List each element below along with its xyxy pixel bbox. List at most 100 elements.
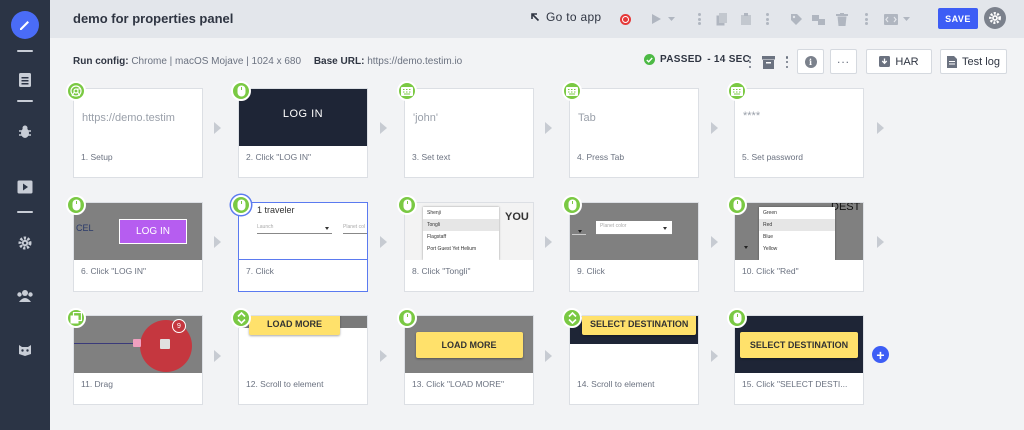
play-button[interactable] xyxy=(648,11,664,27)
step-arrow xyxy=(711,350,718,362)
record-button[interactable] xyxy=(617,11,633,27)
delete-button[interactable] xyxy=(834,11,850,27)
test-title[interactable]: demo for properties panel xyxy=(73,11,233,26)
add-step-button[interactable]: + xyxy=(872,346,889,363)
duration-text: - 14 SEC xyxy=(707,54,751,65)
step-label: 2. Click "LOG IN" xyxy=(246,152,312,162)
code-button[interactable] xyxy=(883,11,899,27)
more-menu-button[interactable] xyxy=(863,11,869,27)
step-card-scroll-to-element[interactable]: LOAD MORE 12. Scroll to element xyxy=(238,315,368,405)
step-type-badge xyxy=(66,81,86,101)
more-menu-button[interactable] xyxy=(696,11,702,27)
step-arrow xyxy=(711,122,718,134)
har-button[interactable]: HAR xyxy=(866,49,932,74)
step-type-badge xyxy=(562,81,582,101)
run-more-menu[interactable] xyxy=(747,55,753,69)
mouse-icon xyxy=(72,199,80,211)
more-menu-button[interactable] xyxy=(764,11,770,27)
step-label: 4. Press Tab xyxy=(577,152,625,162)
sidebar-divider xyxy=(17,211,33,213)
code-options-dropdown[interactable] xyxy=(901,11,911,27)
gear-icon xyxy=(989,12,1001,24)
step-type-badge xyxy=(397,308,417,328)
group-button[interactable] xyxy=(811,11,827,27)
info-icon: i xyxy=(804,55,817,68)
go-to-app-link[interactable]: Go to app xyxy=(530,10,601,24)
step-card-scroll-to-destination[interactable]: SELECT DESTINATION 14. Scroll to element xyxy=(569,315,699,405)
step-card-drag[interactable]: 9 11. Drag xyxy=(73,315,203,405)
tag-button[interactable] xyxy=(788,11,804,27)
paste-button[interactable] xyxy=(738,11,754,27)
edit-pencil-button[interactable] xyxy=(11,11,39,39)
step-label: 9. Click xyxy=(577,266,605,276)
step-arrow xyxy=(380,122,387,134)
step-card-set-text[interactable]: 'john' 3. Set text xyxy=(404,88,534,178)
step-type-badge xyxy=(562,308,582,328)
archive-button[interactable] xyxy=(760,54,776,70)
step-arrow xyxy=(214,350,221,362)
info-button[interactable]: i xyxy=(797,49,824,74)
clipboard-icon xyxy=(741,13,751,25)
step-card-click-red[interactable]: DEST Green Red Blue Yellow 10. Click "Re… xyxy=(734,202,864,292)
copy-icon xyxy=(716,12,727,25)
step-card-click-selected[interactable]: 1 traveler Launch Planet col 7. Click xyxy=(238,202,368,292)
run-config-value: Chrome | macOS Mojave | 1024 x 680 xyxy=(131,56,302,67)
step-label: 15. Click "SELECT DESTI... xyxy=(742,379,848,389)
tag-icon xyxy=(790,13,802,25)
save-button[interactable]: SAVE xyxy=(938,8,978,29)
step-thumbnail: SELECT DESTINATION xyxy=(735,316,863,373)
step-thumbnail: 'john' xyxy=(413,111,438,124)
step-label: 8. Click "Tongli" xyxy=(412,266,471,276)
archive-more-menu[interactable] xyxy=(784,55,790,69)
mascot-icon xyxy=(19,345,31,356)
step-card-press-tab[interactable]: Tab 4. Press Tab xyxy=(569,88,699,178)
step-arrow xyxy=(545,350,552,362)
step-card-click-select-destination[interactable]: SELECT DESTINATION 15. Click "SELECT DES… xyxy=(734,315,864,405)
step-card-setup[interactable]: https://demo.testim 1. Setup xyxy=(73,88,203,178)
step-label: 11. Drag xyxy=(81,379,113,389)
step-thumbnail: Tab xyxy=(578,111,596,124)
step-card-click-load-more[interactable]: LOAD MORE 13. Click "LOAD MORE" xyxy=(404,315,534,405)
mouse-icon xyxy=(733,312,741,324)
step-type-badge xyxy=(727,81,747,101)
step-label: 5. Set password xyxy=(742,152,803,162)
gear-icon xyxy=(18,236,32,250)
test-settings-button[interactable] xyxy=(984,7,1006,29)
sidebar-item-runs[interactable] xyxy=(15,177,35,197)
record-icon xyxy=(619,13,631,25)
step-label: 10. Click "Red" xyxy=(742,266,799,276)
step-thumbnail: CEL LOG IN xyxy=(74,203,202,260)
more-options-button[interactable]: ... xyxy=(830,49,857,74)
sidebar-item-team[interactable] xyxy=(15,286,35,306)
document-icon xyxy=(947,55,958,68)
step-thumbnail: Shenji Tongli Flagstaff Port Guest Yet H… xyxy=(405,203,533,260)
copy-button[interactable] xyxy=(714,11,730,27)
users-icon xyxy=(17,290,33,302)
step-label: 12. Scroll to element xyxy=(246,379,324,389)
step-card-click-2[interactable]: Planet color 9. Click xyxy=(569,202,699,292)
sidebar-item-tests[interactable] xyxy=(15,70,35,90)
chevron-down-icon xyxy=(667,16,675,21)
sidebar-divider xyxy=(17,50,33,52)
ellipsis-icon: ... xyxy=(836,52,850,66)
step-card-set-password[interactable]: **** 5. Set password xyxy=(734,88,864,178)
step-card-click-login[interactable]: LOG IN 2. Click "LOG IN" xyxy=(238,88,368,178)
step-card-click-tongli[interactable]: Shenji Tongli Flagstaff Port Guest Yet H… xyxy=(404,202,534,292)
sidebar-item-settings[interactable] xyxy=(15,233,35,253)
step-arrow xyxy=(877,236,884,248)
download-box-icon xyxy=(879,56,891,67)
bug-icon xyxy=(19,125,31,138)
keyboard-icon xyxy=(566,86,578,96)
chrome-icon xyxy=(70,85,82,97)
check-circle-icon xyxy=(644,54,655,65)
test-log-button[interactable]: Test log xyxy=(940,49,1007,74)
mouse-icon xyxy=(733,199,741,211)
mouse-icon xyxy=(568,199,576,211)
sidebar-item-mascot[interactable] xyxy=(15,340,35,360)
step-card-click-login-2[interactable]: CEL LOG IN 6. Click "LOG IN" xyxy=(73,202,203,292)
step-thumbnail: LOAD MORE xyxy=(239,316,367,373)
play-options-dropdown[interactable] xyxy=(666,11,676,27)
sidebar-item-bugs[interactable] xyxy=(15,122,35,142)
run-status[interactable]: PASSED - 14 SEC xyxy=(644,54,750,65)
run-config-line: Run config: Chrome | macOS Mojave | 1024… xyxy=(73,56,472,67)
